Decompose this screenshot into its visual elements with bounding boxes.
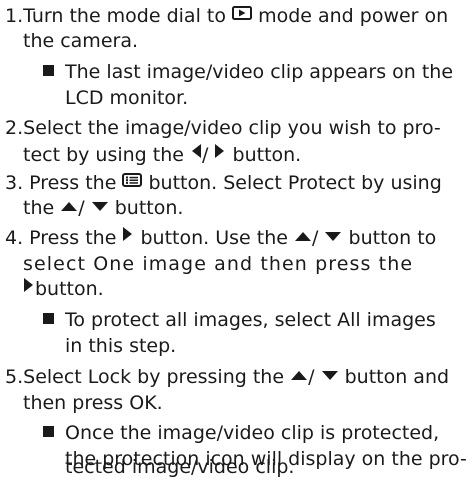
step-3-text-b: button. Select Protect by using bbox=[148, 172, 442, 194]
slash-separator: / bbox=[308, 366, 315, 388]
step-5-note-text: Once the image/video clip is protected, bbox=[65, 422, 440, 444]
step-1-line-1: 1.Turn the mode dial to mode and power o… bbox=[5, 3, 448, 30]
step-1-note-line-2: LCD monitor. bbox=[65, 87, 189, 109]
down-arrow-icon bbox=[324, 223, 342, 250]
step-4-note-line-2: in this step. bbox=[65, 335, 177, 357]
step-5-line-2: then press OK. bbox=[23, 392, 163, 414]
right-arrow-icon bbox=[122, 223, 134, 250]
step-1-note-text: The last image/video clip appears on the bbox=[65, 61, 454, 83]
menu-button-icon bbox=[122, 168, 143, 195]
slash-separator: / bbox=[202, 144, 209, 166]
slash-separator: / bbox=[78, 197, 85, 219]
step-5-line-1: 5.Select Lock by pressing the / button a… bbox=[5, 364, 449, 391]
down-arrow-icon bbox=[91, 193, 109, 220]
step-2-line-2: tect by using the / button. bbox=[23, 142, 301, 169]
square-bullet-icon bbox=[43, 65, 54, 76]
step-3-line-2: the / button. bbox=[23, 195, 183, 222]
step-5-note-line-1: Once the image/video clip is protected, bbox=[43, 420, 439, 447]
step-3-text-d: button. bbox=[114, 197, 184, 219]
step-4-note-line-1: To protect all images, select All images bbox=[43, 307, 436, 334]
square-bullet-icon bbox=[43, 426, 54, 437]
step-4-text-b: button. Use the bbox=[140, 227, 288, 249]
step-1-text-b: mode and power on bbox=[258, 5, 449, 27]
up-arrow-icon bbox=[294, 223, 312, 250]
square-bullet-icon bbox=[43, 313, 54, 324]
step-3-text-a: 3. Press the bbox=[5, 172, 117, 194]
slash-separator: / bbox=[312, 227, 319, 249]
down-arrow-icon bbox=[321, 362, 339, 389]
step-4-line-2: select One image and then press the bbox=[23, 253, 414, 275]
playback-mode-icon bbox=[232, 1, 253, 28]
step-1-text-a: 1.Turn the mode dial to bbox=[5, 5, 226, 27]
step-2-line-1: 2.Select the image/video clip you wish t… bbox=[5, 117, 441, 139]
step-4-text-a: 4. Press the bbox=[5, 227, 117, 249]
step-5-note-line-3: tected image/video clip. bbox=[65, 456, 295, 478]
step-3-text-c: the bbox=[23, 197, 55, 219]
step-1-line-2: the camera. bbox=[23, 30, 139, 52]
up-arrow-icon bbox=[60, 193, 78, 220]
step-2-text-a: tect by using the bbox=[23, 144, 184, 166]
step-4-text-c: button to bbox=[348, 227, 437, 249]
step-4-text-d: button. bbox=[35, 278, 104, 300]
step-4-note-text: To protect all images, select All images bbox=[65, 309, 436, 331]
step-4-line-3: button. bbox=[23, 276, 104, 303]
step-2-text-b: button. bbox=[232, 144, 302, 166]
step-4-line-1: 4. Press the button. Use the / button to bbox=[5, 225, 436, 252]
step-5-text-a: 5.Select Lock by pressing the bbox=[5, 366, 285, 388]
step-5-text-b: button and bbox=[344, 366, 450, 388]
up-arrow-icon bbox=[290, 362, 308, 389]
step-1-note-line-1: The last image/video clip appears on the bbox=[43, 59, 453, 86]
left-arrow-icon bbox=[190, 140, 202, 167]
right-arrow-icon bbox=[214, 140, 226, 167]
right-arrow-icon bbox=[23, 274, 35, 301]
